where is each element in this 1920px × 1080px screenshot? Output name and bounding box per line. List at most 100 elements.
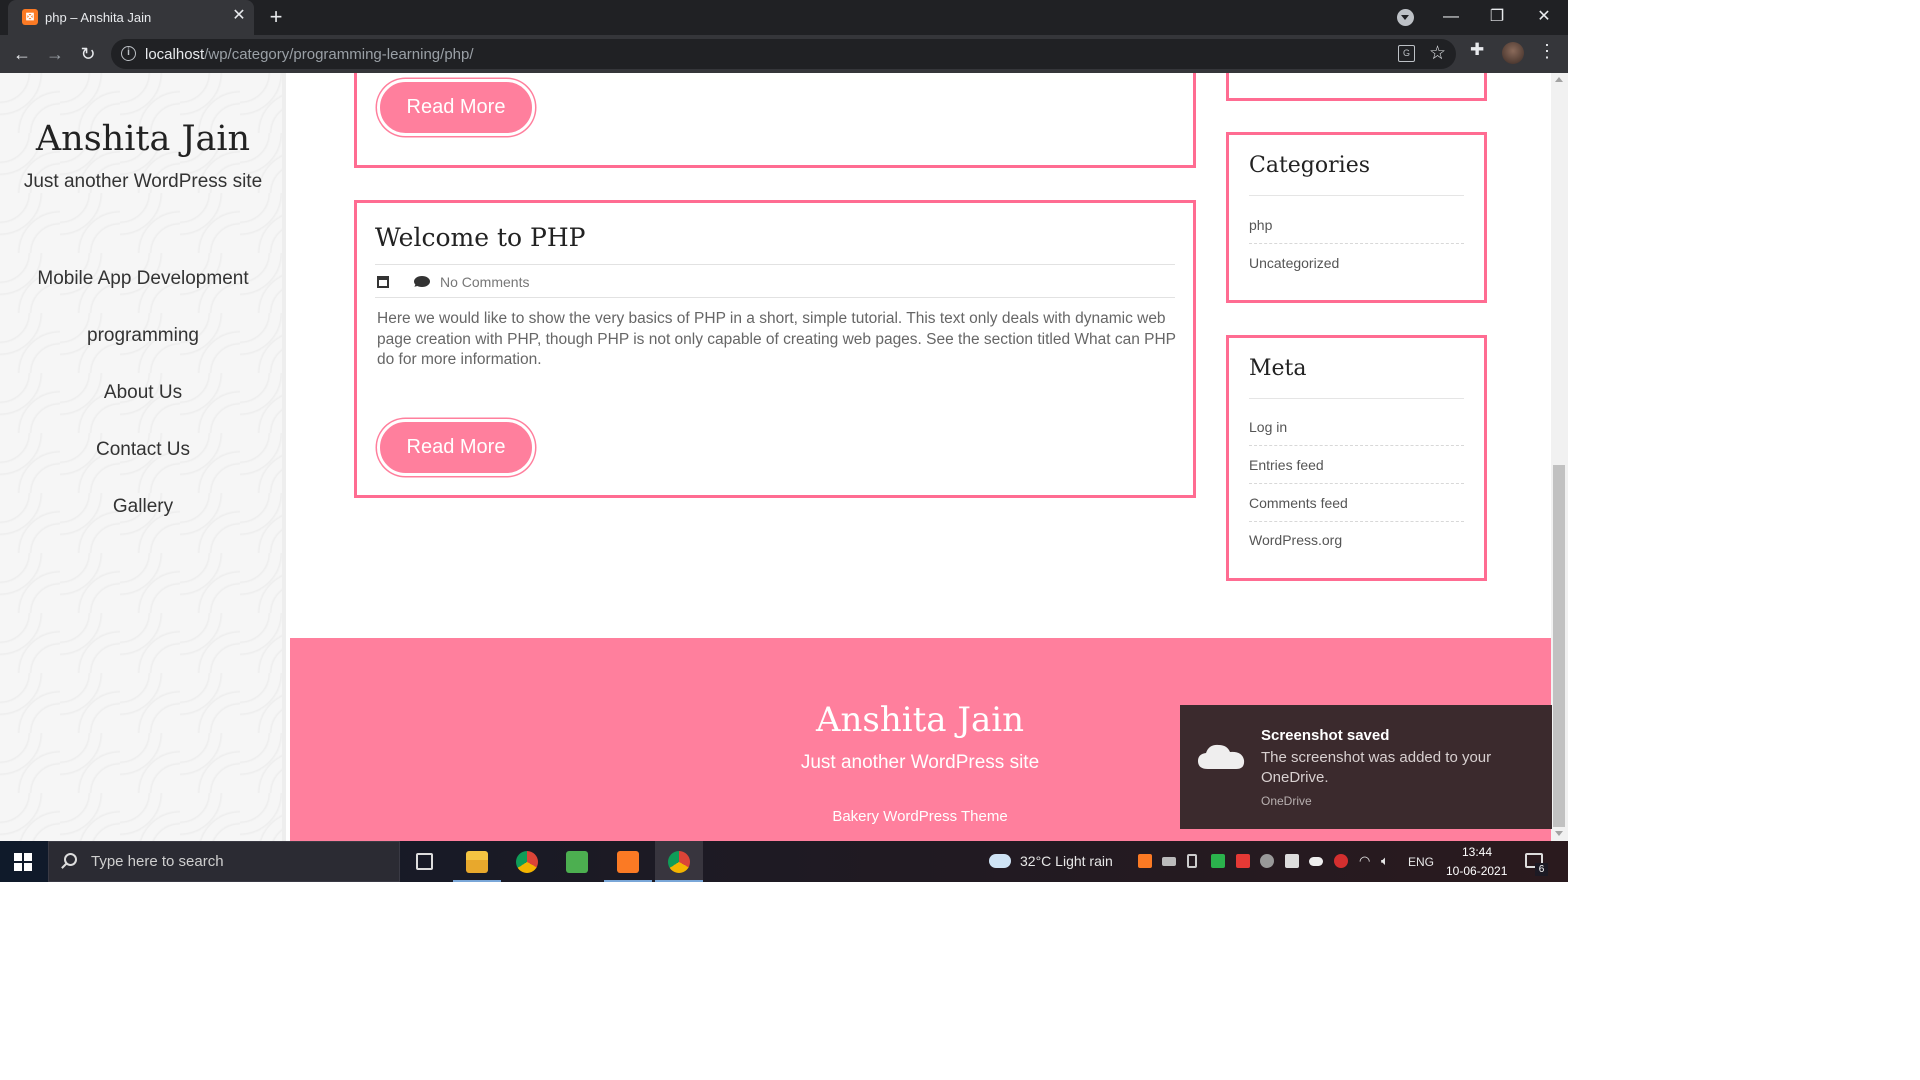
- site-title[interactable]: Anshita Jain: [0, 119, 286, 159]
- restore-icon[interactable]: ❐: [1477, 4, 1517, 30]
- divider: [1249, 195, 1464, 196]
- meta-link-entries-feed[interactable]: Entries feed: [1249, 457, 1324, 473]
- divider: [1249, 445, 1464, 446]
- windows-start-icon[interactable]: [14, 853, 32, 871]
- meta-link-wordpress-org[interactable]: WordPress.org: [1249, 532, 1342, 548]
- category-link-uncategorized[interactable]: Uncategorized: [1249, 255, 1339, 271]
- meta-link-log-in[interactable]: Log in: [1249, 419, 1287, 435]
- new-tab-icon[interactable]: +: [265, 6, 287, 28]
- xampp-taskbar-button[interactable]: [604, 841, 652, 882]
- language-indicator[interactable]: ENG: [1408, 855, 1434, 869]
- task-view-icon[interactable]: [416, 853, 433, 870]
- editor-icon: [566, 851, 588, 873]
- antivirus-tray-icon[interactable]: [1334, 854, 1348, 868]
- info-icon[interactable]: i: [121, 46, 136, 61]
- tab-search-icon[interactable]: [1397, 9, 1414, 26]
- xampp-icon: [617, 851, 639, 873]
- read-more-button[interactable]: Read More: [377, 419, 535, 476]
- running-indicator: [453, 880, 501, 882]
- taskbar-search-box[interactable]: Type here to search: [48, 841, 400, 882]
- weather-text[interactable]: 32°C Light rain: [1020, 853, 1113, 869]
- minimize-icon[interactable]: —: [1431, 4, 1471, 30]
- forward-icon[interactable]: →: [42, 41, 68, 67]
- security-shield-icon[interactable]: [1285, 854, 1299, 868]
- menu-item-about-us[interactable]: About Us: [0, 382, 286, 404]
- scroll-down-arrow-icon[interactable]: [1555, 831, 1563, 836]
- extensions-puzzle-icon[interactable]: ✚: [1470, 40, 1484, 60]
- bookmark-star-icon[interactable]: ☆: [1429, 42, 1446, 65]
- post-card-previous: Read More: [354, 73, 1196, 168]
- divider: [1249, 483, 1464, 484]
- search-placeholder: Type here to search: [91, 853, 224, 870]
- toast-source: OneDrive: [1261, 794, 1312, 808]
- widget-previous: [1226, 73, 1487, 101]
- address-bar[interactable]: i localhost/wp/category/programming-lear…: [111, 39, 1456, 69]
- category-link-php[interactable]: php: [1249, 217, 1272, 233]
- link-tray-icon[interactable]: [1260, 854, 1274, 868]
- divider: [375, 297, 1175, 298]
- profile-avatar[interactable]: [1502, 42, 1524, 64]
- reload-icon[interactable]: ↻: [75, 41, 101, 67]
- widget-title: Meta: [1249, 356, 1307, 381]
- chrome-taskbar-button[interactable]: [503, 841, 551, 882]
- menu-item-mobile-app-development[interactable]: Mobile App Development: [0, 268, 286, 290]
- notification-count-badge: 6: [1535, 863, 1548, 876]
- folder-icon: [466, 851, 488, 873]
- menu-item-gallery[interactable]: Gallery: [0, 496, 286, 518]
- left-sidebar: Anshita Jain Just another WordPress site…: [0, 73, 286, 841]
- translate-icon[interactable]: G: [1398, 45, 1415, 62]
- app-tray-icon[interactable]: [1236, 854, 1250, 868]
- meta-widget: Meta Log in Entries feed Comments feed W…: [1226, 335, 1487, 581]
- windows-taskbar: Type here to search 32°C Light rain ◠ 🔈︎…: [0, 841, 1568, 882]
- menu-item-programming[interactable]: programming: [0, 325, 286, 347]
- scrollbar-thumb[interactable]: [1553, 465, 1565, 827]
- scroll-up-arrow-icon[interactable]: [1555, 77, 1563, 82]
- post-title[interactable]: Welcome to PHP: [375, 223, 585, 252]
- back-icon[interactable]: ←: [9, 41, 35, 67]
- browser-tab-strip: ⊠ php – Anshita Jain ✕ + — ❐ ✕: [0, 0, 1568, 35]
- post-excerpt: Here we would like to show the very basi…: [377, 310, 1176, 368]
- search-icon: [64, 853, 77, 866]
- running-indicator: [604, 880, 652, 882]
- xampp-tray-icon[interactable]: [1138, 854, 1152, 868]
- battery-icon[interactable]: [1162, 857, 1176, 866]
- divider: [375, 264, 1175, 265]
- browser-menu-icon[interactable]: ⋮: [1538, 41, 1556, 62]
- browser-tab[interactable]: ⊠ php – Anshita Jain ✕: [8, 0, 254, 35]
- widget-title: Categories: [1249, 153, 1370, 178]
- file-explorer-taskbar-button[interactable]: [453, 841, 501, 882]
- browser-toolbar: ← → ↻ i localhost/wp/category/programmin…: [0, 35, 1568, 73]
- post-card: Welcome to PHP No Comments Here we would…: [354, 200, 1196, 498]
- divider: [1249, 521, 1464, 522]
- clock-date[interactable]: 10-06-2021: [1446, 864, 1507, 878]
- volume-icon[interactable]: 🔈︎: [1381, 853, 1389, 869]
- divider: [1249, 243, 1464, 244]
- divider: [1249, 398, 1464, 399]
- read-more-button[interactable]: Read More: [377, 79, 535, 136]
- weather-cloud-icon[interactable]: [989, 854, 1011, 868]
- chrome-icon: [668, 851, 690, 873]
- clock-time[interactable]: 13:44: [1462, 845, 1492, 859]
- site-tagline: Just another WordPress site: [23, 171, 263, 192]
- notepad-taskbar-button[interactable]: [553, 841, 601, 882]
- tab-title: php – Anshita Jain: [45, 10, 152, 25]
- onedrive-cloud-icon: [1198, 744, 1245, 769]
- quick-heal-icon[interactable]: [1211, 854, 1225, 868]
- onedrive-toast-notification[interactable]: Screenshot saved The screenshot was adde…: [1180, 705, 1552, 829]
- usb-icon[interactable]: [1187, 854, 1197, 868]
- chrome-active-taskbar-button[interactable]: [655, 841, 703, 882]
- page-scrollbar[interactable]: [1551, 73, 1568, 841]
- meta-link-comments-feed[interactable]: Comments feed: [1249, 495, 1348, 511]
- post-comments-link[interactable]: No Comments: [440, 274, 529, 290]
- url-text[interactable]: localhost/wp/category/programming-learni…: [145, 46, 474, 63]
- xampp-icon: ⊠: [22, 9, 38, 25]
- calendar-icon: [377, 276, 389, 288]
- close-tab-icon[interactable]: ✕: [230, 7, 248, 25]
- onedrive-tray-icon[interactable]: [1309, 857, 1323, 866]
- chrome-icon: [516, 851, 538, 873]
- toast-title: Screenshot saved: [1261, 727, 1390, 744]
- menu-item-contact-us[interactable]: Contact Us: [0, 439, 286, 461]
- comment-icon: [414, 276, 430, 287]
- close-window-icon[interactable]: ✕: [1524, 4, 1564, 30]
- wifi-icon[interactable]: ◠: [1359, 853, 1370, 869]
